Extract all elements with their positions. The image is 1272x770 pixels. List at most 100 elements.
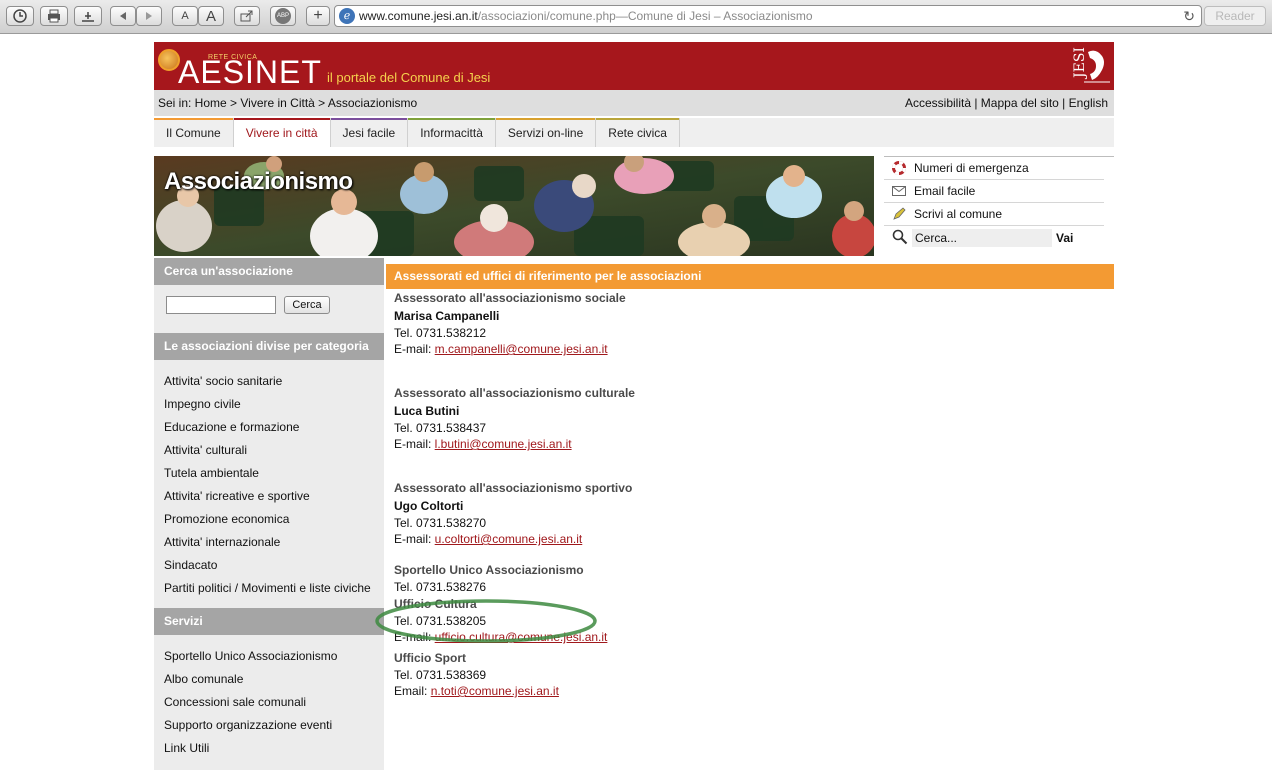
contact-email-line: E-mail: u.coltorti@comune.jesi.an.it [394, 531, 1114, 547]
adblock-button[interactable]: ABP [270, 6, 296, 26]
office-title: Assessorato all'associazionismo sportivo [394, 481, 633, 495]
bookmark-add-icon [82, 12, 94, 22]
contact-block: Assessorato all'associazionismo sportivo… [386, 479, 1114, 547]
email-link[interactable]: n.toti@comune.jesi.an.it [431, 684, 559, 698]
font-larger-button[interactable]: A [198, 6, 224, 26]
content-heading: Assessorati ed uffici di riferimento per… [386, 264, 1114, 289]
office-title: Ufficio Sport [394, 651, 466, 665]
svg-text:JESI: JESI [1072, 47, 1088, 80]
print-button[interactable] [40, 6, 68, 26]
category-item[interactable]: Tutela ambientale [154, 462, 384, 485]
service-item[interactable]: Supporto organizzazione eventi [154, 714, 384, 737]
english-link[interactable]: English [1069, 96, 1108, 110]
category-item[interactable]: Attivita' culturali [154, 439, 384, 462]
nav-tab[interactable]: Informacittà [408, 118, 496, 147]
nav-tab-accent [330, 118, 408, 120]
site-logo[interactable]: RETE CIVICA AESINET [158, 46, 321, 88]
breadcrumb-bar: Sei in: Home > Vivere in Città > Associa… [154, 90, 1114, 116]
association-search-button[interactable]: Cerca [284, 296, 330, 314]
breadcrumb[interactable]: Sei in: Home > Vivere in Città > Associa… [158, 90, 417, 116]
nav-tab[interactable]: Servizi on-line [495, 118, 597, 147]
nav-tab-label: Il Comune [166, 126, 221, 140]
adblock-icon: ABP [275, 8, 291, 24]
office-phone: Tel. 0731.538276 [394, 580, 487, 594]
categories-heading: Le associazioni divise per categoria [154, 333, 384, 360]
services-heading: Servizi [154, 608, 384, 635]
sidebar: Cerca un'associazione Cerca Le associazi… [154, 258, 384, 770]
address-bar[interactable]: ℯ www.comune.jesi.an.it/associazioni/com… [334, 5, 1202, 27]
url-separator: — [615, 9, 628, 23]
contact-name: Marisa Campanelli [394, 309, 500, 323]
history-button[interactable] [6, 6, 34, 26]
lifebuoy-icon [892, 161, 906, 175]
quick-link-label: Numeri di emergenza [914, 161, 1029, 175]
sitemap-link[interactable]: Mappa del sito [981, 96, 1059, 110]
logo-title: AESINET [178, 54, 322, 90]
share-icon [240, 10, 253, 22]
category-item[interactable]: Sindacato [154, 554, 384, 577]
new-tab-button[interactable]: + [306, 6, 330, 26]
contact-email-line: E-mail: l.butini@comune.jesi.an.it [394, 436, 1114, 452]
category-item[interactable]: Attivita' ricreative e sportive [154, 485, 384, 508]
email-link[interactable]: l.butini@comune.jesi.an.it [435, 437, 572, 451]
search-input[interactable]: Cerca... [912, 229, 1052, 247]
main-nav: Il Comune Vivere in città Jesi facile Infor… [154, 118, 1114, 147]
category-item[interactable]: Educazione e formazione [154, 416, 384, 439]
contact-phone: Tel. 0731.538212 [394, 326, 487, 340]
office-phone: Tel. 0731.538369 [394, 668, 487, 682]
office-title: Sportello Unico Associazionismo [394, 563, 584, 577]
nav-tab[interactable]: Vivere in città [233, 118, 331, 147]
category-item[interactable]: Partiti politici / Movimenti e liste civ… [154, 577, 384, 600]
forward-button[interactable] [136, 6, 162, 26]
site-header: RETE CIVICA AESINET il portale del Comun… [154, 42, 1114, 90]
reader-button[interactable]: Reader [1204, 6, 1266, 26]
back-button[interactable] [110, 6, 136, 26]
link-separator: | [971, 96, 981, 110]
url-host: www.comune.jesi.an.it [359, 9, 478, 23]
nav-tab[interactable]: Il Comune [154, 118, 234, 147]
sportello-block: Sportello Unico Associazionismo Tel. 073… [386, 561, 1114, 595]
utility-links: Accessibilità | Mappa del sito | English [905, 90, 1108, 116]
font-smaller-button[interactable]: A [172, 6, 198, 26]
add-bookmark-button[interactable] [74, 6, 102, 26]
nav-tab[interactable]: Rete civica [596, 118, 680, 147]
sport-block: Ufficio Sport Tel. 0731.538369 Email: n.… [386, 649, 1114, 699]
printer-icon [48, 9, 60, 23]
nav-tab-accent [596, 118, 679, 120]
share-button[interactable] [234, 6, 260, 26]
category-item[interactable]: Attivita' socio sanitarie [154, 370, 384, 393]
email-link[interactable]: u.coltorti@comune.jesi.an.it [435, 532, 583, 546]
pen-icon [892, 207, 906, 221]
search-go-button[interactable]: Vai [1056, 231, 1073, 245]
office-title: Assessorato all'associazionismo sociale [394, 291, 626, 305]
service-item[interactable]: Link Utili [154, 737, 384, 760]
service-item[interactable]: Concessioni sale comunali [154, 691, 384, 714]
email-link[interactable]: Email facile [884, 180, 1104, 203]
association-search-input[interactable] [166, 296, 276, 314]
email-link[interactable]: m.campanelli@comune.jesi.an.it [435, 342, 608, 356]
category-item[interactable]: Impegno civile [154, 393, 384, 416]
hero-banner: Associazionismo [154, 156, 874, 256]
category-list: Attivita' socio sanitarie Impegno civile E… [154, 360, 384, 608]
emergency-numbers-link[interactable]: Numeri di emergenza [884, 157, 1104, 180]
office-title: Assessorato all'associazionismo cultural… [394, 386, 635, 400]
email-label: E-mail: [394, 437, 435, 451]
nav-tab-label: Vivere in città [245, 126, 318, 140]
hero-title: Associazionismo [164, 168, 353, 195]
nav-tab[interactable]: Jesi facile [330, 118, 409, 147]
site-tagline: il portale del Comune di Jesi [327, 70, 491, 85]
category-item[interactable]: Attivita' internazionale [154, 531, 384, 554]
reload-icon[interactable]: ↻ [1183, 8, 1195, 25]
jesi-crest-icon[interactable]: JESI [1066, 42, 1114, 90]
quick-link-label: Scrivi al comune [914, 207, 1003, 221]
quick-links: Numeri di emergenza Email facile Scrivi … [884, 156, 1114, 250]
service-item[interactable]: Sportello Unico Associazionismo [154, 645, 384, 668]
service-item[interactable]: Albo comunale [154, 668, 384, 691]
write-to-council-link[interactable]: Scrivi al comune [884, 203, 1104, 226]
site-search: Cerca... Vai [884, 226, 1114, 250]
contact-block: Assessorato all'associazionismo sociale M… [386, 289, 1114, 357]
category-item[interactable]: Promozione economica [154, 508, 384, 531]
nav-tab-accent [495, 118, 596, 120]
nav-tab-accent [154, 118, 233, 120]
accessibility-link[interactable]: Accessibilità [905, 96, 971, 110]
